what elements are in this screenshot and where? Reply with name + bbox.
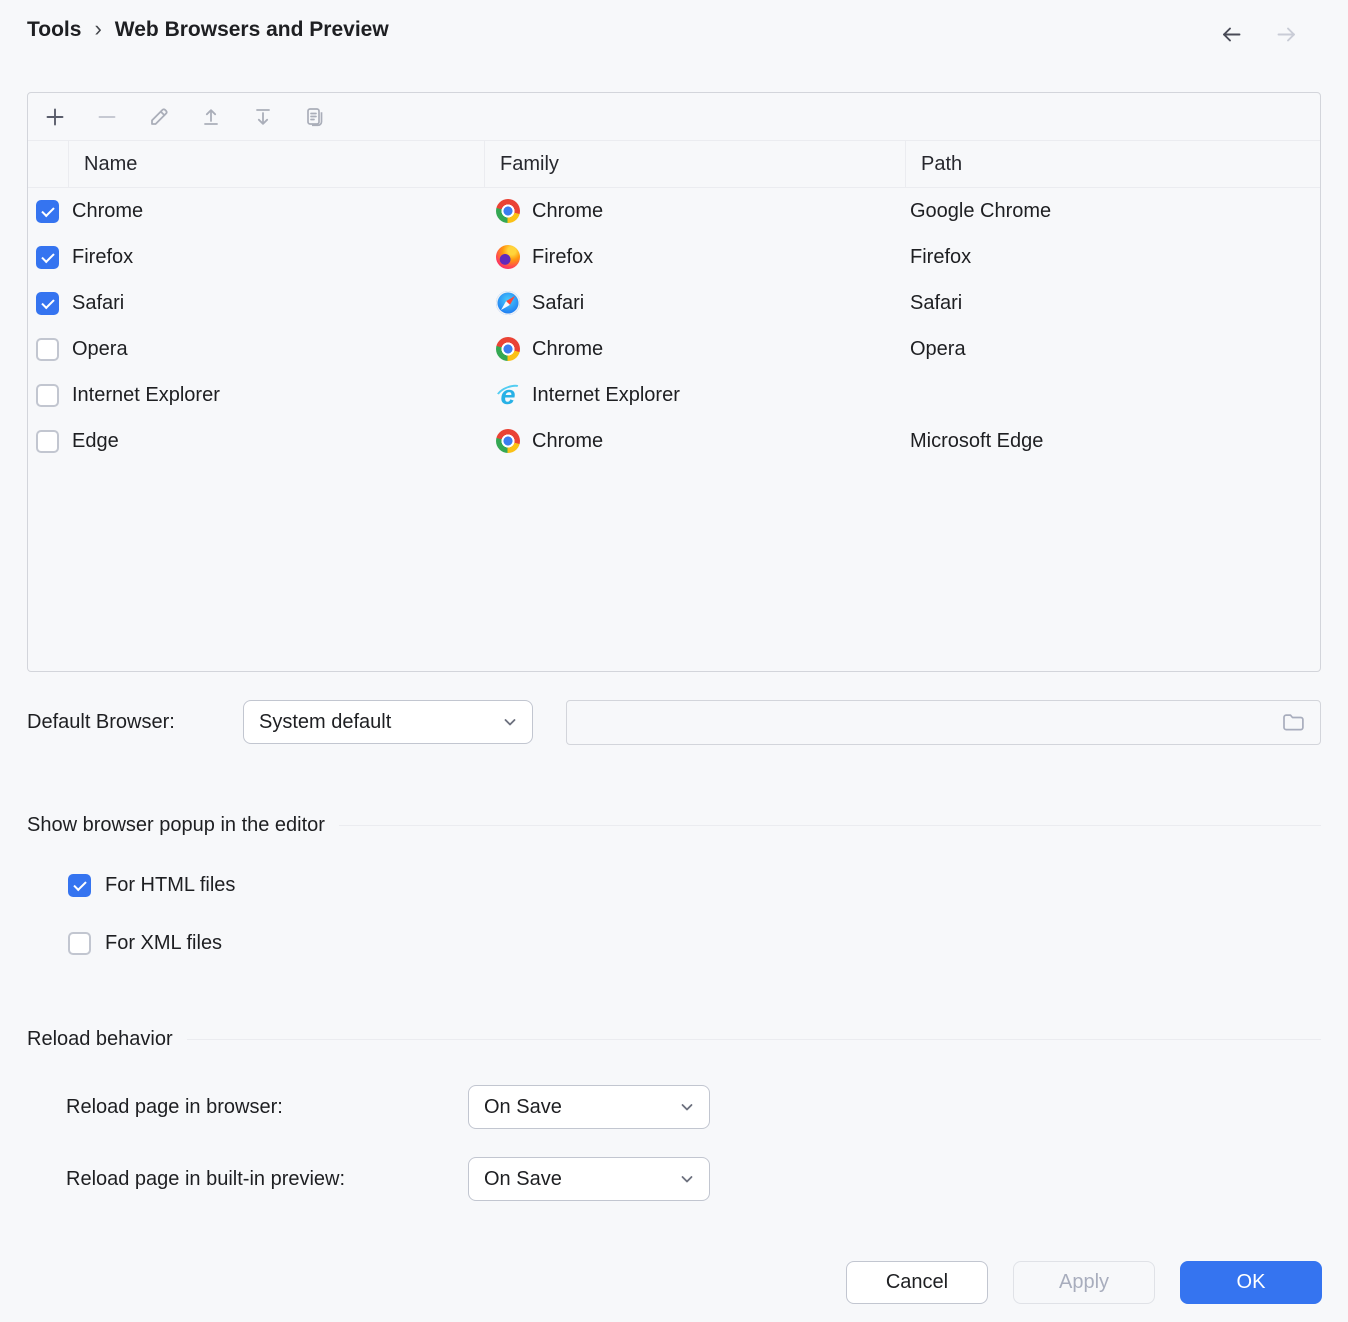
browser-path-input[interactable]	[566, 700, 1321, 745]
table-row-safari[interactable]: Safari Safari Safari	[28, 280, 1320, 326]
chrome-icon	[496, 429, 520, 453]
default-browser-value: System default	[259, 711, 391, 734]
remove-icon[interactable]	[93, 103, 121, 131]
breadcrumb: Tools › Web Browsers and Preview	[27, 16, 389, 44]
row-checkbox[interactable]	[36, 430, 59, 453]
header-checkbox-column	[28, 141, 68, 187]
back-arrow-icon[interactable]	[1217, 20, 1245, 48]
reload-preview-label: Reload page in built-in preview:	[66, 1168, 345, 1191]
section-divider	[187, 1039, 1321, 1040]
chrome-icon	[496, 337, 520, 361]
section-title: Reload behavior	[27, 1028, 173, 1051]
firefox-icon	[496, 245, 520, 269]
family-label: Safari	[532, 292, 584, 315]
add-icon[interactable]	[41, 103, 69, 131]
html-files-checkbox[interactable]	[68, 874, 91, 897]
row-checkbox[interactable]	[36, 292, 59, 315]
family-label: Chrome	[532, 200, 603, 223]
option-label: For XML files	[105, 932, 222, 955]
option-label: For HTML files	[105, 874, 235, 897]
settings-page-web-browsers: { "breadcrumb": { "section": "Tools", "s…	[0, 0, 1348, 1322]
reload-preview-select[interactable]: On Save	[468, 1157, 710, 1201]
breadcrumb-separator-icon: ›	[94, 16, 101, 44]
move-up-icon[interactable]	[197, 103, 225, 131]
copy-icon[interactable]	[301, 103, 329, 131]
forward-arrow-icon[interactable]	[1272, 20, 1300, 48]
page-title: Web Browsers and Preview	[115, 18, 389, 42]
browser-name: Internet Explorer	[68, 372, 484, 418]
xml-files-checkbox[interactable]	[68, 932, 91, 955]
browser-path: Firefox	[905, 234, 1320, 280]
family-label: Chrome	[532, 430, 603, 453]
safari-icon	[496, 291, 520, 315]
browser-name: Firefox	[68, 234, 484, 280]
apply-button[interactable]: Apply	[1013, 1261, 1155, 1304]
table-row-opera[interactable]: Opera Chrome Opera	[28, 326, 1320, 372]
cancel-button[interactable]: Cancel	[846, 1261, 988, 1304]
browsers-table-panel: Name Family Path Chrome Chrome Google Ch…	[27, 92, 1321, 672]
table-row-firefox[interactable]: Firefox Firefox Firefox	[28, 234, 1320, 280]
option-for-html-files[interactable]: For HTML files	[68, 874, 235, 897]
reload-browser-select[interactable]: On Save	[468, 1085, 710, 1129]
family-label: Firefox	[532, 246, 593, 269]
column-header-family: Family	[484, 141, 905, 187]
internet-explorer-icon: e	[496, 383, 520, 407]
option-for-xml-files[interactable]: For XML files	[68, 932, 222, 955]
chrome-icon	[496, 199, 520, 223]
move-down-icon[interactable]	[249, 103, 277, 131]
section-reload-behavior: Reload behavior	[27, 1028, 1321, 1051]
browser-path: Microsoft Edge	[905, 418, 1320, 464]
history-nav	[1217, 20, 1300, 48]
browser-path: Safari	[905, 280, 1320, 326]
section-divider	[339, 825, 1321, 826]
row-checkbox[interactable]	[36, 200, 59, 223]
row-checkbox[interactable]	[36, 338, 59, 361]
row-checkbox[interactable]	[36, 384, 59, 407]
reload-browser-label: Reload page in browser:	[66, 1096, 283, 1119]
chevron-down-icon	[678, 1170, 696, 1188]
default-browser-label: Default Browser:	[27, 700, 175, 744]
table-row-internet-explorer[interactable]: Internet Explorer e Internet Explorer	[28, 372, 1320, 418]
default-browser-select[interactable]: System default	[243, 700, 533, 744]
table-toolbar	[28, 93, 1320, 141]
table-row-edge[interactable]: Edge Chrome Microsoft Edge	[28, 418, 1320, 464]
browser-name: Chrome	[68, 188, 484, 234]
table-row-chrome[interactable]: Chrome Chrome Google Chrome	[28, 188, 1320, 234]
family-label: Chrome	[532, 338, 603, 361]
reload-preview-value: On Save	[484, 1168, 562, 1191]
column-header-name: Name	[68, 141, 484, 187]
table-header-row: Name Family Path	[28, 141, 1320, 188]
family-label: Internet Explorer	[532, 384, 680, 407]
browser-name: Opera	[68, 326, 484, 372]
breadcrumb-tools[interactable]: Tools	[27, 18, 81, 42]
row-checkbox[interactable]	[36, 246, 59, 269]
chevron-down-icon	[501, 713, 519, 731]
section-title: Show browser popup in the editor	[27, 814, 325, 837]
ok-button[interactable]: OK	[1180, 1261, 1322, 1304]
browser-path: Google Chrome	[905, 188, 1320, 234]
edit-pencil-icon[interactable]	[145, 103, 173, 131]
reload-in-preview-row: Reload page in built-in preview: On Save	[66, 1157, 345, 1201]
browser-name: Safari	[68, 280, 484, 326]
section-browser-popup: Show browser popup in the editor	[27, 814, 1321, 837]
column-header-path: Path	[905, 141, 1320, 187]
browser-path	[905, 372, 1320, 418]
browser-name: Edge	[68, 418, 484, 464]
reload-browser-value: On Save	[484, 1096, 562, 1119]
chevron-down-icon	[678, 1098, 696, 1116]
folder-icon[interactable]	[1279, 709, 1307, 737]
reload-in-browser-row: Reload page in browser: On Save	[66, 1085, 283, 1129]
browser-path: Opera	[905, 326, 1320, 372]
